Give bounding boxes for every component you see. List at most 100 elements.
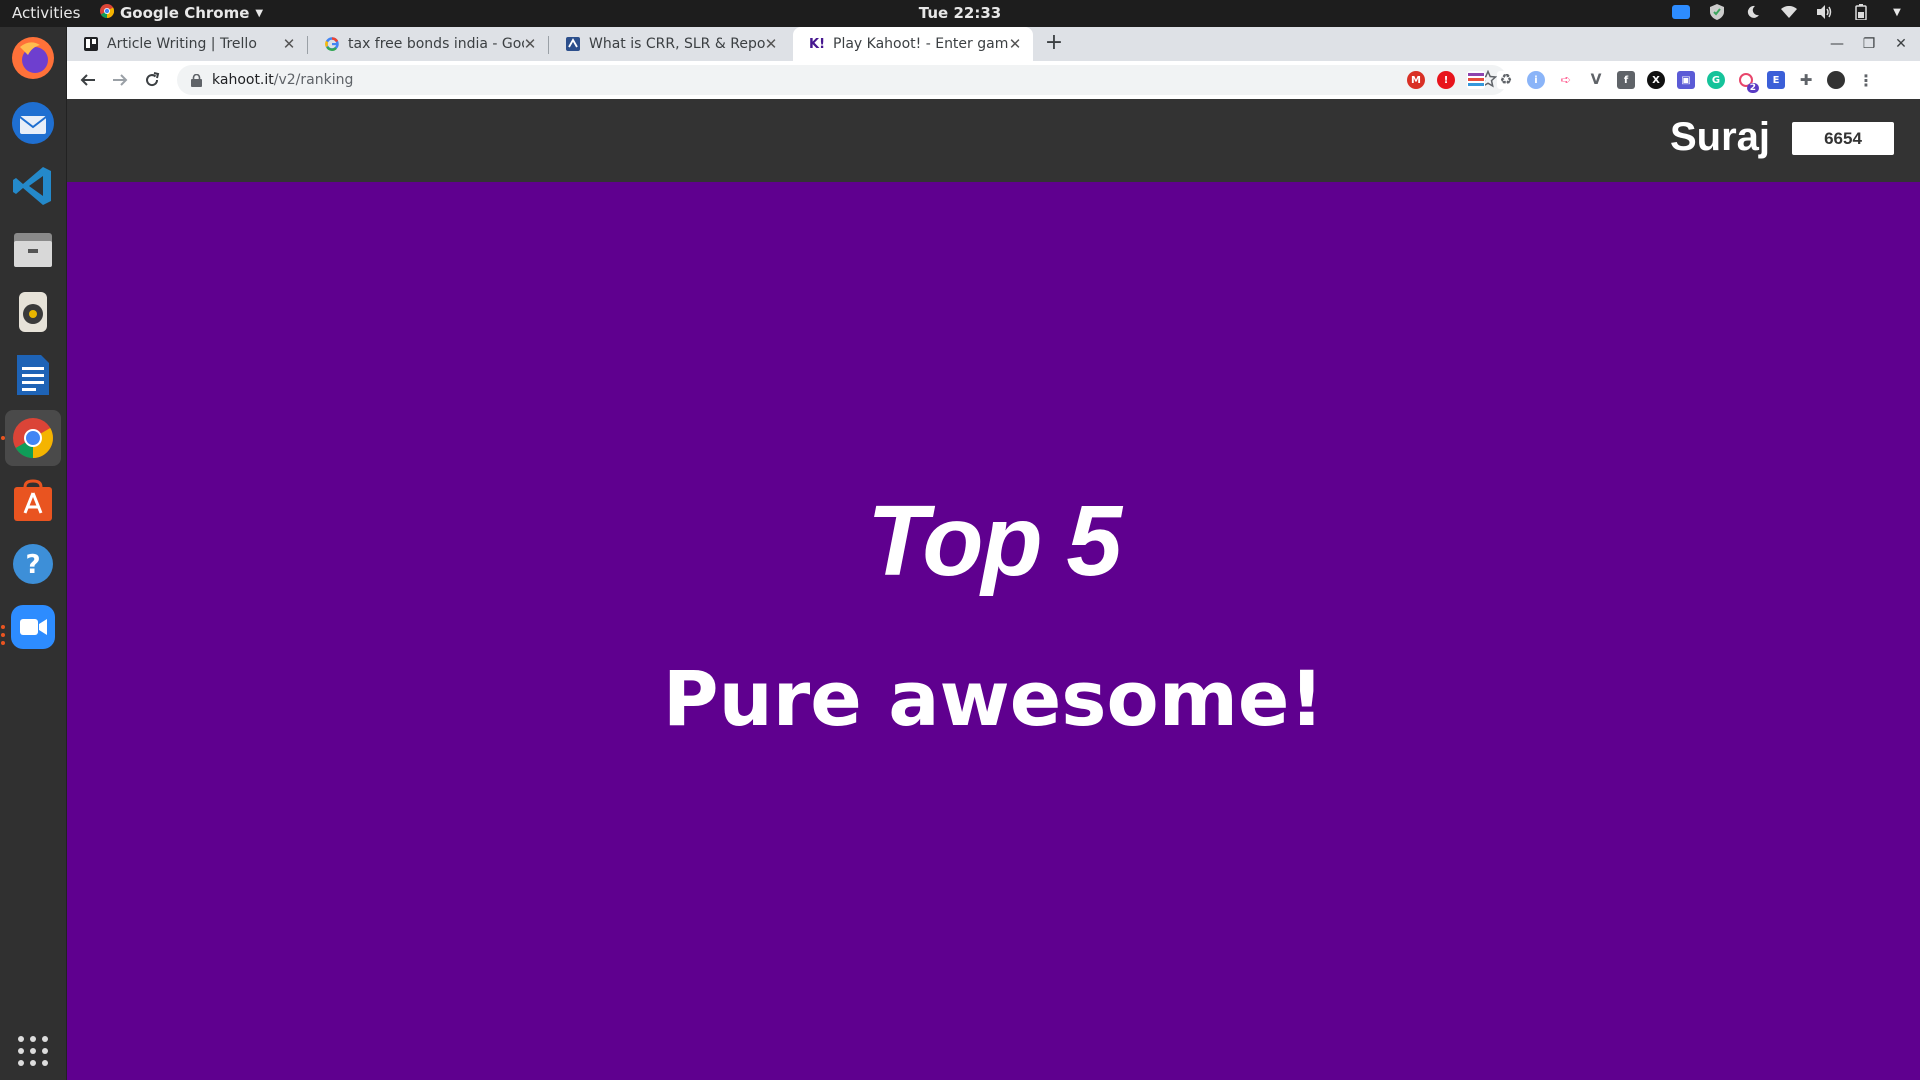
- video-extension-icon[interactable]: ▣: [1677, 71, 1695, 89]
- chrome-window: Article Writing | Trello ✕ tax free bond…: [67, 27, 1920, 1080]
- tab-trello[interactable]: Article Writing | Trello ✕: [67, 27, 307, 61]
- info-extension-icon[interactable]: i: [1527, 71, 1545, 89]
- wifi-icon[interactable]: [1780, 3, 1798, 21]
- trello-icon: [83, 36, 99, 52]
- files-icon: [14, 233, 52, 267]
- close-window-icon[interactable]: ✕: [1891, 34, 1911, 54]
- firefox-icon: [12, 37, 54, 79]
- arrow-right-icon: [113, 74, 128, 86]
- reload-button[interactable]: [140, 68, 164, 92]
- rhythmbox-icon: [19, 292, 47, 332]
- puzzle-icon[interactable]: ✚: [1797, 71, 1815, 89]
- url-host: kahoot.it: [212, 72, 274, 88]
- zoom-tray-icon[interactable]: [1672, 3, 1690, 21]
- running-indicator: [1, 436, 5, 440]
- forward-button[interactable]: [108, 68, 132, 92]
- kahoot-page: Suraj 6654 Top 5 Pure awesome!: [67, 99, 1920, 1080]
- stack-extension-icon[interactable]: [1467, 71, 1485, 89]
- translate-extension-icon[interactable]: E: [1767, 71, 1785, 89]
- score-display: 6654: [1792, 122, 1894, 155]
- volume-icon[interactable]: [1816, 3, 1834, 21]
- tab-title: tax free bonds india - Goo: [348, 36, 524, 52]
- facebook-extension-icon[interactable]: f: [1617, 71, 1635, 89]
- reload-icon: [146, 72, 160, 87]
- restore-icon[interactable]: ❐: [1859, 34, 1879, 54]
- kahoot-header: Suraj 6654: [67, 99, 1920, 182]
- tab-crr-slr-article[interactable]: What is CRR, SLR & Repo R ✕: [549, 27, 789, 61]
- dock-thunderbird[interactable]: [5, 95, 61, 151]
- dock-help[interactable]: ?: [5, 536, 61, 592]
- tab-strip: Article Writing | Trello ✕ tax free bond…: [67, 27, 1920, 61]
- dock-firefox[interactable]: [5, 30, 61, 86]
- tab-kahoot[interactable]: K! Play Kahoot! - Enter game ✕: [793, 27, 1033, 61]
- close-tab-icon[interactable]: ✕: [1007, 36, 1023, 52]
- article-icon: [565, 36, 581, 52]
- grammarly-extension-icon[interactable]: G: [1707, 71, 1725, 89]
- running-indicator: [1, 641, 5, 645]
- shield-icon[interactable]: [1708, 3, 1726, 21]
- activities-button[interactable]: Activities: [12, 4, 80, 22]
- vimeo-extension-icon[interactable]: V: [1587, 71, 1605, 89]
- rank-heading: Top 5: [867, 485, 1122, 597]
- extension-badge: 2: [1746, 83, 1759, 93]
- mcafee-extension-icon[interactable]: M: [1407, 71, 1425, 89]
- writer-icon: [17, 355, 49, 395]
- help-icon: ?: [13, 544, 53, 584]
- google-icon: [324, 36, 340, 52]
- lock-icon[interactable]: [191, 73, 202, 87]
- svg-text:?: ?: [25, 550, 40, 580]
- x-extension-icon[interactable]: X: [1647, 71, 1665, 89]
- rank-message: Pure awesome!: [662, 654, 1325, 743]
- profile-avatar[interactable]: [1827, 71, 1845, 89]
- tab-title: What is CRR, SLR & Repo R: [589, 36, 765, 52]
- notification-extension-icon[interactable]: 2: [1737, 71, 1759, 93]
- close-tab-icon[interactable]: ✕: [522, 36, 538, 52]
- dock-ubuntu-software[interactable]: [5, 473, 61, 529]
- tab-title: Play Kahoot! - Enter game: [833, 36, 1009, 52]
- system-top-bar: Activities Google Chrome ▼ Tue 22:33 ▼: [0, 0, 1920, 27]
- dock-show-applications[interactable]: [5, 1023, 61, 1079]
- back-button[interactable]: [76, 68, 100, 92]
- dock: ?: [0, 27, 67, 1080]
- dock-zoom[interactable]: [5, 599, 61, 655]
- app-menu[interactable]: Google Chrome ▼: [100, 4, 263, 22]
- battery-icon[interactable]: [1852, 3, 1870, 21]
- dock-rhythmbox[interactable]: [5, 284, 61, 340]
- running-indicator: [1, 633, 5, 637]
- dock-files[interactable]: [5, 221, 61, 277]
- chrome-menu-icon[interactable]: ⋮: [1857, 71, 1875, 90]
- clock[interactable]: Tue 22:33: [919, 4, 1001, 22]
- url-text: kahoot.it/v2/ranking: [212, 72, 353, 88]
- chrome-icon: [13, 418, 53, 458]
- new-tab-button[interactable]: +: [1042, 32, 1066, 56]
- chevron-down-icon: ▼: [255, 7, 264, 19]
- system-tray[interactable]: ▼: [1672, 3, 1906, 21]
- app-grid-icon: [18, 1036, 48, 1066]
- tab-title: Article Writing | Trello: [107, 36, 257, 52]
- recycle-extension-icon[interactable]: ♻: [1497, 71, 1515, 89]
- address-bar[interactable]: kahoot.it/v2/ranking: [177, 65, 1507, 95]
- night-light-icon[interactable]: [1744, 3, 1762, 21]
- thunderbird-icon: [12, 102, 54, 144]
- zoom-icon: [11, 605, 55, 649]
- minimize-icon[interactable]: —: [1827, 34, 1847, 54]
- extensions-area: M ! ♻ i ➪ V f X ▣ G 2 E ✚ ⋮: [1407, 71, 1875, 93]
- dock-vscode[interactable]: [5, 158, 61, 214]
- dock-chrome[interactable]: [5, 410, 61, 466]
- running-indicator: [1, 625, 5, 629]
- system-menu-chevron-icon[interactable]: ▼: [1888, 3, 1906, 21]
- chrome-small-icon: [100, 4, 115, 22]
- browser-toolbar: kahoot.it/v2/ranking M ! ♻ i ➪ V f X ▣ G…: [67, 61, 1920, 100]
- tab-google-search[interactable]: tax free bonds india - Goo ✕: [308, 27, 548, 61]
- shield-extension-icon[interactable]: !: [1437, 71, 1455, 89]
- player-name: Suraj: [1669, 115, 1770, 159]
- close-tab-icon[interactable]: ✕: [281, 36, 297, 52]
- arrow-left-icon: [80, 74, 95, 86]
- dock-libreoffice-writer[interactable]: [5, 347, 61, 403]
- software-icon: [14, 479, 52, 521]
- app-menu-label: Google Chrome: [120, 4, 250, 22]
- vscode-icon: [13, 167, 51, 205]
- arrow-extension-icon[interactable]: ➪: [1557, 71, 1575, 89]
- kahoot-icon: K!: [809, 36, 826, 52]
- close-tab-icon[interactable]: ✕: [763, 36, 779, 52]
